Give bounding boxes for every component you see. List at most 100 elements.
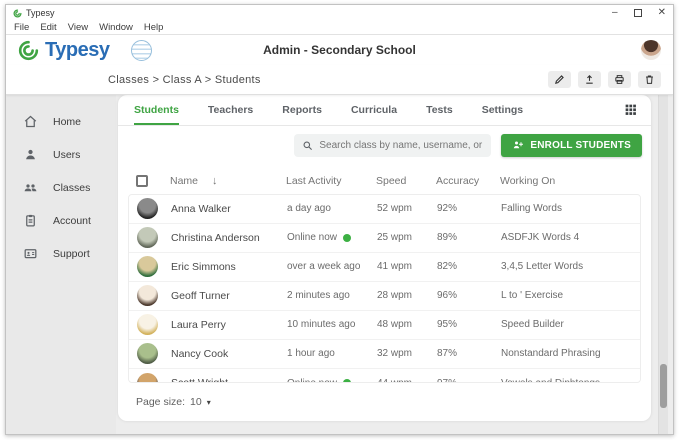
- student-name[interactable]: Christina Anderson: [171, 232, 260, 244]
- pencil-icon: [554, 74, 565, 85]
- menu-help[interactable]: Help: [144, 22, 164, 33]
- sidebar-label-classes: Classes: [53, 182, 90, 194]
- maximize-icon[interactable]: [634, 9, 642, 17]
- app-header: Admin - Secondary School Typesy: [6, 35, 673, 65]
- working-on-value: L to ' Exercise: [501, 290, 641, 301]
- student-avatar: [137, 314, 158, 335]
- student-name[interactable]: Geoff Turner: [171, 290, 230, 302]
- sidebar-label-home: Home: [53, 116, 81, 128]
- minimize-icon[interactable]: –: [612, 8, 618, 18]
- accuracy-value: 96%: [437, 290, 501, 301]
- column-name[interactable]: Name: [170, 175, 198, 187]
- working-on-value: Nonstandard Phrasing: [501, 348, 641, 359]
- student-name[interactable]: Eric Simmons: [171, 261, 236, 273]
- scrollbar-gutter: [652, 95, 673, 434]
- table-row: Laura Perry 10 minutes ago 48 wpm 95% Sp…: [129, 311, 640, 340]
- table-row: Nancy Cook 1 hour ago 32 wpm 87% Nonstan…: [129, 340, 640, 369]
- page-actions: [548, 71, 661, 88]
- sidebar-item-classes[interactable]: Classes: [6, 171, 116, 204]
- grid-icon: [624, 103, 637, 116]
- page-size-value: 10: [190, 396, 202, 408]
- last-activity-value: a day ago: [287, 203, 331, 214]
- menu-view[interactable]: View: [68, 22, 88, 33]
- tab-curricula[interactable]: Curricula: [351, 95, 397, 125]
- group-icon: [23, 180, 38, 195]
- search-input[interactable]: [319, 140, 483, 151]
- search-icon: [302, 140, 313, 151]
- table-row: Eric Simmons over a week ago 41 wpm 82% …: [129, 253, 640, 282]
- page-size-label: Page size:: [136, 396, 185, 408]
- content-card: Students Teachers Reports Curricula Test…: [118, 95, 651, 421]
- sidebar-item-home[interactable]: Home: [6, 105, 116, 138]
- last-activity-value: 1 hour ago: [287, 348, 335, 359]
- table-row: Scott Wright Online now 44 wpm 97% Vowel…: [129, 369, 640, 383]
- menu-bar: File Edit View Window Help: [6, 21, 673, 35]
- school-logo-badge: [131, 40, 152, 61]
- speed-value: 48 wpm: [377, 319, 437, 330]
- sidebar-item-users[interactable]: Users: [6, 138, 116, 171]
- menu-window[interactable]: Window: [99, 22, 133, 33]
- speed-value: 28 wpm: [377, 290, 437, 301]
- column-accuracy[interactable]: Accuracy: [436, 175, 500, 187]
- grid-view-button[interactable]: [623, 103, 637, 117]
- speed-value: 52 wpm: [377, 203, 437, 214]
- delete-class-button[interactable]: [638, 71, 661, 88]
- column-working-on[interactable]: Working On: [500, 175, 648, 187]
- person-add-icon: [512, 139, 524, 151]
- sidebar-item-support[interactable]: Support: [6, 237, 116, 270]
- last-activity-value: 10 minutes ago: [287, 319, 355, 330]
- printer-icon: [614, 74, 625, 85]
- tab-students[interactable]: Students: [134, 95, 179, 125]
- student-name[interactable]: Anna Walker: [171, 203, 231, 215]
- workspace: Home Users Classes Account Support: [6, 95, 673, 434]
- home-icon: [23, 114, 38, 129]
- user-avatar[interactable]: [641, 40, 661, 60]
- tab-settings[interactable]: Settings: [482, 95, 523, 125]
- online-dot: [343, 234, 351, 242]
- export-button[interactable]: [578, 71, 601, 88]
- last-activity-value: Online now: [287, 232, 337, 243]
- scrollbar-track[interactable]: [658, 95, 668, 434]
- speed-value: 41 wpm: [377, 261, 437, 272]
- close-icon[interactable]: ✕: [658, 8, 666, 18]
- student-avatar: [137, 227, 158, 248]
- student-name[interactable]: Nancy Cook: [171, 348, 228, 360]
- student-avatar: [137, 343, 158, 364]
- sort-descending-icon[interactable]: ↓: [212, 175, 218, 187]
- tab-bar: Students Teachers Reports Curricula Test…: [118, 95, 651, 126]
- last-activity-value: 2 minutes ago: [287, 290, 350, 301]
- speed-value: 32 wpm: [377, 348, 437, 359]
- tab-teachers[interactable]: Teachers: [208, 95, 253, 125]
- select-all-checkbox[interactable]: [136, 175, 148, 187]
- typesy-mini-logo-icon: [13, 9, 22, 18]
- tab-reports[interactable]: Reports: [282, 95, 322, 125]
- enroll-students-button[interactable]: ENROLL STUDENTS: [501, 134, 642, 157]
- table-row: Anna Walker a day ago 52 wpm 92% Falling…: [129, 195, 640, 224]
- working-on-value: 3,4,5 Letter Words: [501, 261, 641, 272]
- menu-file[interactable]: File: [14, 22, 29, 33]
- column-speed[interactable]: Speed: [376, 175, 436, 187]
- accuracy-value: 87%: [437, 348, 501, 359]
- last-activity-value: over a week ago: [287, 261, 360, 272]
- search-row: ENROLL STUDENTS: [118, 126, 651, 166]
- working-on-value: ASDFJK Words 4: [501, 232, 641, 243]
- student-name[interactable]: Laura Perry: [171, 319, 226, 331]
- speed-value: 25 wpm: [377, 232, 437, 243]
- student-avatar: [137, 373, 158, 383]
- page-size-dropdown[interactable]: 10 ▾: [190, 396, 211, 408]
- student-avatar: [137, 285, 158, 306]
- breadcrumb[interactable]: Classes > Class A > Students: [108, 74, 261, 86]
- sidebar-item-account[interactable]: Account: [6, 204, 116, 237]
- sidebar-label-account: Account: [53, 215, 91, 227]
- column-last-activity[interactable]: Last Activity: [286, 175, 376, 187]
- tab-tests[interactable]: Tests: [426, 95, 453, 125]
- edit-class-button[interactable]: [548, 71, 571, 88]
- upload-icon: [584, 74, 595, 85]
- page-title: Admin - Secondary School: [6, 43, 673, 57]
- enroll-label: ENROLL STUDENTS: [530, 140, 631, 151]
- sidebar: Home Users Classes Account Support: [6, 95, 116, 434]
- menu-edit[interactable]: Edit: [40, 22, 56, 33]
- print-button[interactable]: [608, 71, 631, 88]
- scrollbar-thumb[interactable]: [660, 364, 667, 408]
- breadcrumb-bar: Classes > Class A > Students: [6, 65, 673, 95]
